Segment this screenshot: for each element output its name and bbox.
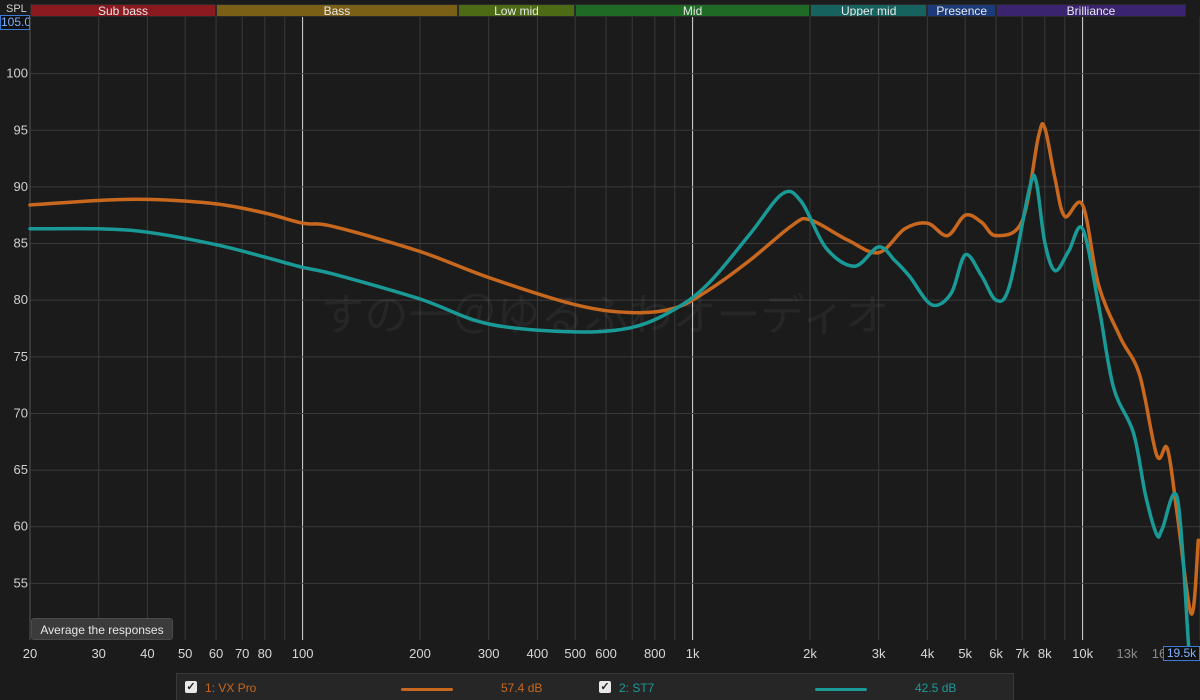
x-tick-label: 3k bbox=[872, 646, 886, 661]
y-tick-label: 90 bbox=[14, 179, 28, 194]
x-tick-label: 400 bbox=[527, 646, 549, 661]
legend-bar: ✓ 1: VX Pro 57.4 dB ✓ 2: ST7 42.5 dB bbox=[176, 673, 1014, 700]
series-1-value: 57.4 dB bbox=[501, 681, 543, 695]
x-tick-label: 2k bbox=[803, 646, 817, 661]
spl-axis-label: SPL bbox=[6, 3, 27, 15]
average-responses-button[interactable]: Average the responses bbox=[31, 618, 173, 640]
x-tick-label: 70 bbox=[235, 646, 249, 661]
x-tick-label: 50 bbox=[178, 646, 192, 661]
x-max-input[interactable]: 19.5k bbox=[1163, 646, 1200, 661]
y-tick-label: 75 bbox=[14, 349, 28, 364]
band-mid: Mid bbox=[575, 4, 810, 17]
y-tick-label: 55 bbox=[14, 575, 28, 590]
x-tick-label: 7k bbox=[1015, 646, 1029, 661]
frequency-response-chart: すの一＠ゆるふわオーディオ 55 60 65 70 75 80 85 90 95 100 20 30… bbox=[0, 0, 1200, 700]
y-tick-label: 95 bbox=[14, 122, 28, 137]
x-tick-label: 10k bbox=[1072, 646, 1093, 661]
y-tick-label: 85 bbox=[14, 236, 28, 251]
band-presence: Presence bbox=[927, 4, 997, 17]
y-tick-label: 100 bbox=[6, 66, 28, 81]
x-tick-label: 4k bbox=[921, 646, 935, 661]
x-tick-label: 300 bbox=[478, 646, 500, 661]
x-tick-label: 60 bbox=[209, 646, 223, 661]
x-tick-label: 200 bbox=[409, 646, 431, 661]
series-2-value: 42.5 dB bbox=[915, 681, 957, 695]
x-tick-label: 20 bbox=[23, 646, 37, 661]
x-tick-label: 500 bbox=[564, 646, 586, 661]
series-1-label: 1: VX Pro bbox=[205, 681, 257, 695]
y-tick-label: 60 bbox=[14, 519, 28, 534]
x-tick-label: 1k bbox=[686, 646, 700, 661]
y-tick-label: 70 bbox=[14, 405, 28, 420]
series-2-checkbox[interactable]: ✓ bbox=[599, 681, 611, 693]
watermark-text: すの一＠ゆるふわオーディオ bbox=[321, 290, 890, 341]
series-2-label: 2: ST7 bbox=[619, 681, 655, 695]
band-bass: Bass bbox=[216, 4, 458, 17]
y-tick-label: 65 bbox=[14, 462, 28, 477]
band-low-mid: Low mid bbox=[457, 4, 576, 17]
x-tick-label: 600 bbox=[595, 646, 617, 661]
x-tick-label: 80 bbox=[258, 646, 272, 661]
series-2-swatch bbox=[815, 688, 867, 691]
series-1-swatch bbox=[401, 688, 453, 691]
band-brilliance: Brilliance bbox=[996, 4, 1186, 17]
x-tick-label: 5k bbox=[958, 646, 972, 661]
x-tick-label: 30 bbox=[91, 646, 105, 661]
series-1-checkbox[interactable]: ✓ bbox=[185, 681, 197, 693]
x-tick-label: 6k bbox=[989, 646, 1003, 661]
x-tick-label: 100 bbox=[292, 646, 314, 661]
x-tick-label: 8k bbox=[1038, 646, 1052, 661]
x-tick-label: 13k bbox=[1117, 646, 1138, 661]
x-tick-label: 40 bbox=[140, 646, 154, 661]
band-upper-mid: Upper mid bbox=[810, 4, 928, 17]
y-tick-label: 80 bbox=[14, 292, 28, 307]
band-sub-bass: Sub bass bbox=[30, 4, 217, 17]
spl-max-input[interactable]: 105.00 bbox=[0, 15, 30, 30]
x-tick-label: 800 bbox=[644, 646, 666, 661]
